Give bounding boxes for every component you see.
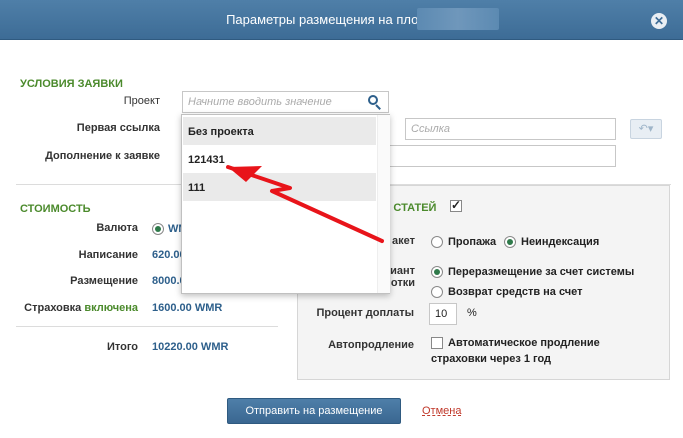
cancel-link[interactable]: Отмена — [422, 405, 461, 417]
submit-placement-button[interactable]: Отправить на размещение — [227, 398, 401, 424]
autorenew-text-line1: Автоматическое продление — [448, 337, 600, 349]
insurance-value: 1600.00 WMR — [152, 302, 223, 314]
first-link-label: Первая ссылка — [76, 122, 160, 134]
total-value: 10220.00 WMR — [152, 341, 229, 353]
dropdown-item-no-project[interactable]: Без проекта — [183, 117, 376, 145]
total-divider — [16, 326, 278, 327]
cost-section-title: СТОИМОСТЬ — [20, 203, 91, 215]
undo-dropdown-button[interactable]: ↶▾ — [630, 119, 662, 139]
currency-label: Валюта — [96, 222, 138, 234]
redacted-site-name — [417, 8, 499, 30]
package-radio-nonindex[interactable] — [504, 236, 516, 248]
insurance-state: включена — [84, 302, 138, 314]
close-icon[interactable]: ✕ — [651, 13, 667, 29]
dropdown-scrollbar[interactable] — [377, 115, 390, 293]
addition-label: Дополнение к заявке — [45, 150, 160, 162]
autorenew-text-line2: страховки через 1 год — [431, 353, 552, 365]
insurance-label: Страховка включена — [20, 302, 138, 314]
total-label: Итого — [106, 341, 138, 353]
dropdown-item-111[interactable]: 111 — [183, 173, 376, 201]
search-icon[interactable] — [368, 95, 381, 110]
autorenew-checkbox[interactable] — [431, 337, 443, 349]
package-option-nonindex[interactable]: Неиндексация — [521, 236, 599, 248]
project-placeholder: Начните вводить значение — [188, 96, 332, 108]
autorenew-label: Автопродление — [328, 339, 414, 351]
package-radio-loss[interactable] — [431, 236, 443, 248]
variant-radio-refund[interactable] — [431, 286, 443, 298]
surcharge-input[interactable]: 10 — [429, 303, 457, 325]
insurance-panel-title: Е СТАТЕЙ — [383, 202, 437, 214]
link-input[interactable]: Ссылка — [405, 118, 616, 140]
dropdown-item-121431[interactable]: 121431 — [183, 145, 376, 173]
package-option-loss[interactable]: Пропажа — [448, 236, 496, 248]
writing-label: Написание — [78, 249, 138, 261]
placement-label: Размещение — [70, 275, 138, 287]
conditions-section-title: УСЛОВИЯ ЗАЯВКИ — [20, 78, 123, 90]
project-search-input[interactable]: Начните вводить значение — [182, 91, 389, 113]
currency-radio[interactable] — [152, 223, 164, 235]
addition-input[interactable] — [380, 145, 616, 167]
link-placeholder: Ссылка — [411, 123, 451, 135]
window-titlebar: Параметры размещения на площадке ✕ — [0, 0, 683, 40]
variant-radio-replace[interactable] — [431, 266, 443, 278]
insurance-label-text: Страховка — [24, 302, 82, 314]
project-label: Проект — [123, 95, 160, 107]
surcharge-unit: % — [467, 307, 477, 319]
project-dropdown[interactable]: Без проекта 121431 111 — [181, 114, 390, 294]
variant-option-refund[interactable]: Возврат средств на счет — [448, 286, 583, 298]
surcharge-label: Процент доплаты — [316, 307, 414, 319]
window-title: Параметры размещения на площадке — [226, 12, 457, 27]
insurance-enable-checkbox[interactable] — [450, 198, 462, 212]
variant-option-replace[interactable]: Переразмещение за счет системы — [448, 266, 634, 278]
